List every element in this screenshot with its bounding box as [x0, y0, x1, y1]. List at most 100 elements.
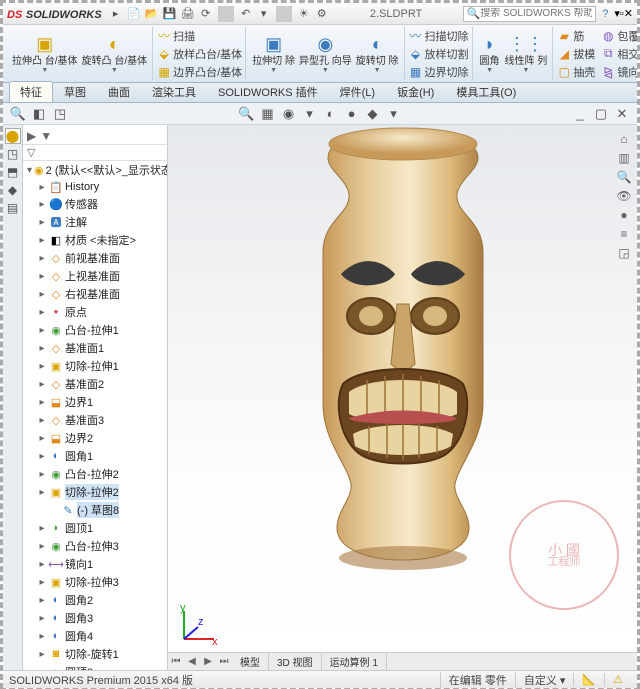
draft-button[interactable]: ◢拔模 [557, 45, 595, 63]
min-panel-icon[interactable]: _ [571, 105, 589, 123]
file-icon[interactable]: 📄 [126, 6, 142, 22]
rib-button[interactable]: ▰筋 [557, 27, 595, 45]
hide-icon[interactable]: ▾ [385, 105, 403, 123]
extrude-cut-button[interactable]: ▣拉伸切 除▼ [250, 33, 297, 75]
help-search[interactable]: 🔍 [463, 6, 597, 22]
boundary-button[interactable]: ▦边界凸台/基体 [157, 63, 242, 81]
loft-cut-button[interactable]: ⬙放样切割 [409, 45, 469, 63]
sweep-button[interactable]: 〰扫描 [157, 27, 195, 45]
tree-item[interactable]: ✎(-) 草图8 [23, 501, 167, 519]
bt-prev[interactable]: ◀ [184, 656, 200, 667]
tab-2[interactable]: 曲面 [97, 81, 141, 102]
tree-item[interactable]: ▸📋History [23, 179, 167, 195]
options-icon[interactable]: ☀ [296, 6, 312, 22]
tree-item[interactable]: ▸◇基准面3 [23, 411, 167, 429]
display-icon[interactable]: ◳ [51, 105, 69, 123]
tab-6[interactable]: 钣金(H) [386, 81, 445, 102]
extrude-boss-button[interactable]: ▣拉伸凸 台/基体▼ [10, 33, 80, 75]
tp-home-icon[interactable]: ⌂ [616, 131, 632, 147]
hole-wizard-button[interactable]: ◉异型孔 向导▼ [297, 33, 354, 75]
rebuild-icon[interactable]: ⟳ [198, 6, 214, 22]
appearance-icon[interactable]: ● [343, 105, 361, 123]
tree-item[interactable]: ▸🔵传感器 [23, 195, 167, 213]
scene-icon[interactable]: ▾ [301, 105, 319, 123]
close-panel-icon[interactable]: ✕ [613, 105, 631, 123]
tree-item[interactable]: ▸▣切除-拉伸3 [23, 573, 167, 591]
view-style-icon[interactable]: ◉ [280, 105, 298, 123]
zoom-icon[interactable]: 🔍 [9, 105, 27, 123]
tree-item[interactable]: ▸◐圆角1 [23, 447, 167, 465]
boundary-cut-button[interactable]: ▦边界切除 [409, 63, 469, 81]
shell-button[interactable]: ▢抽壳 [557, 63, 595, 81]
fm-tree-tab[interactable]: ⬤ [5, 128, 21, 144]
tree-item[interactable]: ▸◇上视基准面 [23, 267, 167, 285]
undo-icon[interactable]: ↶ [238, 6, 254, 22]
feature-tree[interactable]: ▶▼ ▽ ▾◉2 (默认<<默认>_显示状态 1> ▸📋History▸🔵传感器… [23, 125, 168, 670]
tp-forum-icon[interactable]: ◲ [616, 245, 632, 261]
tab-3[interactable]: 渲染工具 [141, 81, 207, 102]
tree-item[interactable]: ▸▣切除-拉伸1 [23, 357, 167, 375]
tree-item[interactable]: ▸⟷镜向1 [23, 555, 167, 573]
view-mag-icon[interactable]: 🔍 [238, 105, 256, 123]
fm-config-tab[interactable]: ⬒ [5, 164, 21, 180]
tree-item[interactable]: ▸⬓边界1 [23, 393, 167, 411]
section-icon[interactable]: ◐ [322, 105, 340, 123]
linear-pattern-button[interactable]: ⋮⋮线性阵 列▼ [503, 33, 550, 75]
tree-item[interactable]: ▸◉凸台-拉伸3 [23, 537, 167, 555]
sweep-cut-button[interactable]: 〰扫描切除 [409, 27, 469, 45]
fm-prop-tab[interactable]: ◳ [5, 146, 21, 162]
open-icon[interactable]: 📂 [144, 6, 160, 22]
tree-item[interactable]: ▸◇基准面1 [23, 339, 167, 357]
fm-dim-tab[interactable]: ◆ [5, 182, 21, 198]
orient2-icon[interactable]: ◆ [364, 105, 382, 123]
tab-5[interactable]: 焊件(L) [329, 81, 386, 102]
tab-1[interactable]: 草图 [53, 81, 97, 102]
tab-7[interactable]: 模具工具(O) [445, 81, 527, 102]
bt-last[interactable]: ⏭ [216, 656, 232, 667]
status-warn-icon[interactable]: ⚠ [604, 673, 631, 686]
tree-item[interactable]: ▸⭑原点 [23, 303, 167, 321]
revolve-cut-button[interactable]: ◐旋转切 除▼ [354, 33, 401, 75]
tree-item[interactable]: ▸◇右视基准面 [23, 285, 167, 303]
select-icon[interactable]: ▾ [256, 6, 272, 22]
loft-button[interactable]: ⬙放样凸台/基体 [157, 45, 242, 63]
status-unit-icon[interactable]: 📐 [573, 673, 604, 686]
tree-root[interactable]: ▾◉2 (默认<<默认>_显示状态 1> [23, 161, 167, 179]
intersect-button[interactable]: ⧉相交 [601, 45, 637, 63]
tree-item[interactable]: ▸▣切除-拉伸2 [23, 483, 167, 501]
tree-item[interactable]: ▸🅰注解 [23, 213, 167, 231]
tp-search-icon[interactable]: 🔍 [616, 169, 632, 185]
status-custom[interactable]: 自定义 ▾ [515, 672, 574, 688]
bt-3dview[interactable]: 3D 视图 [269, 653, 322, 670]
bt-first[interactable]: ⏮ [168, 656, 184, 667]
bt-model[interactable]: 模型 [232, 653, 269, 670]
tab-4[interactable]: SOLIDWORKS 插件 [207, 81, 329, 102]
help-icon[interactable]: ? [602, 8, 608, 20]
tp-appear-icon[interactable]: ● [616, 207, 632, 223]
settings-icon[interactable]: ⚙ [314, 6, 330, 22]
tree-item[interactable]: ▸◇基准面2 [23, 375, 167, 393]
tree-item[interactable]: ▸◉凸台-拉伸1 [23, 321, 167, 339]
max-panel-icon[interactable]: ▢ [592, 105, 610, 123]
wrap-button[interactable]: ◍包覆 [601, 27, 637, 45]
new-icon[interactable]: ▸ [108, 6, 124, 22]
tree-item[interactable]: ▸◉凸台-拉伸2 [23, 465, 167, 483]
view-orient-icon[interactable]: ▦ [259, 105, 277, 123]
bt-motion[interactable]: 运动算例 1 [322, 653, 387, 670]
tree-item[interactable]: ▸◐圆角3 [23, 609, 167, 627]
print-icon[interactable]: 🖨 [180, 6, 196, 22]
tree-item[interactable]: ▸⬓边界2 [23, 429, 167, 447]
tree-item[interactable]: ▸◗圆顶1 [23, 519, 167, 537]
tree-item[interactable]: ▸◐圆角2 [23, 591, 167, 609]
tp-lib-icon[interactable]: ▥ [616, 150, 632, 166]
fm-disp-tab[interactable]: ▤ [5, 200, 21, 216]
bt-next[interactable]: ▶ [200, 656, 216, 667]
mirror-button[interactable]: ⧎镜向 [601, 63, 637, 81]
tab-0[interactable]: 特征 [9, 81, 53, 102]
tree-item[interactable]: ▸◐圆角4 [23, 627, 167, 645]
tree-item[interactable]: ▸◙切除-旋转1 [23, 645, 167, 663]
tree-item[interactable]: ▸◗圆顶2 [23, 663, 167, 670]
cube-icon[interactable]: ◧ [30, 105, 48, 123]
save-icon[interactable]: 💾 [162, 6, 178, 22]
tp-custom-icon[interactable]: ≡ [616, 226, 632, 242]
